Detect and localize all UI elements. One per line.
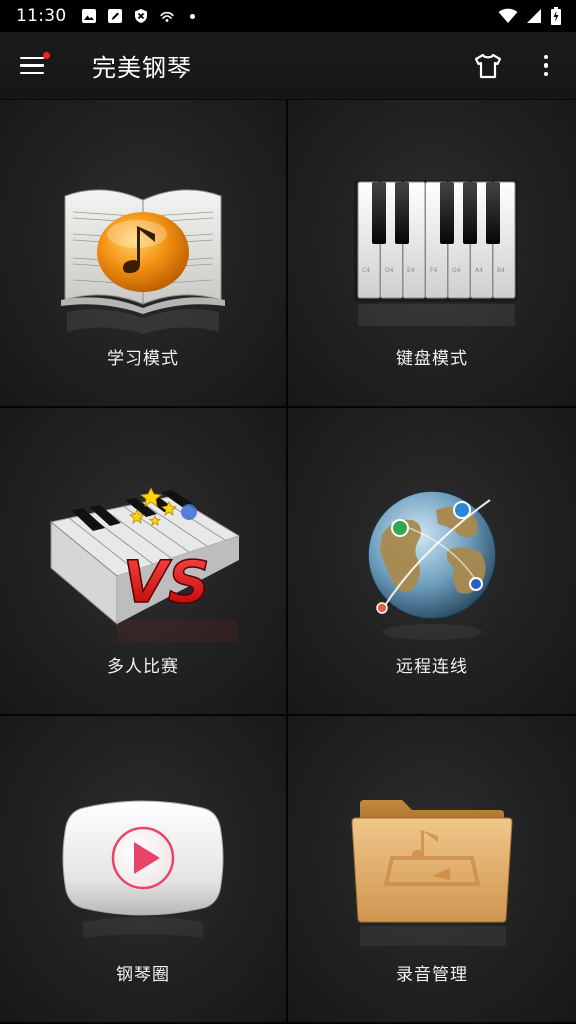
- edit-icon: [107, 8, 123, 24]
- tile-keyboard-mode[interactable]: C4 D4 E4 F4 G4 A4 B4 键盘模式: [288, 100, 576, 408]
- app-bar: 完美钢琴: [0, 32, 576, 100]
- tile-label-keyboard-mode: 键盘模式: [396, 349, 468, 369]
- key-label: C4: [362, 267, 370, 274]
- status-time: 11:30: [16, 6, 67, 26]
- tile-label-multiplayer-contest: 多人比赛: [107, 657, 179, 677]
- piano-keyboard-icon: C4 D4 E4 F4 G4 A4 B4: [332, 172, 532, 342]
- tile-multiplayer-contest[interactable]: VS 多人比赛: [0, 408, 288, 716]
- key-label: B4: [497, 267, 505, 274]
- tile-label-learning-mode: 学习模式: [107, 349, 179, 369]
- notification-badge: [43, 51, 50, 59]
- shield-icon: [133, 8, 149, 24]
- tile-label-piano-circle: 钢琴圈: [116, 965, 170, 985]
- tshirt-icon[interactable]: [472, 50, 504, 82]
- key-label: D4: [385, 267, 394, 274]
- status-notification-icons: [81, 8, 201, 24]
- key-label: E4: [407, 267, 415, 274]
- tile-label-remote-connection: 远程连线: [396, 657, 468, 677]
- mode-grid: 学习模式 C4 D4 E4 F4 G4 A4 B4 键盘模式 VS 多人比赛 远…: [0, 100, 576, 1024]
- tile-piano-circle[interactable]: 钢琴圈: [0, 716, 288, 1024]
- tile-remote-connection[interactable]: 远程连线: [288, 408, 576, 716]
- tile-recording-management[interactable]: 录音管理: [288, 716, 576, 1024]
- music-folder-icon: [332, 788, 532, 958]
- globe-network-icon: [332, 480, 532, 650]
- app-title: 完美钢琴: [92, 54, 192, 82]
- more-vertical-icon[interactable]: [530, 50, 562, 82]
- status-bar: 11:30: [0, 0, 576, 32]
- tile-label-recording-management: 录音管理: [396, 965, 468, 985]
- status-system-icons: [498, 7, 562, 25]
- hamburger-menu-icon[interactable]: [20, 50, 52, 82]
- signal-icon: [526, 8, 542, 24]
- drone-icon: [159, 8, 175, 24]
- key-label: F4: [430, 267, 437, 274]
- key-label: G4: [452, 267, 461, 274]
- tile-learning-mode[interactable]: 学习模式: [0, 100, 288, 408]
- piano-vs-icon: VS: [43, 480, 243, 650]
- wifi-icon: [498, 8, 518, 24]
- music-book-icon: [43, 172, 243, 342]
- dot-icon: [185, 8, 201, 24]
- play-video-icon: [43, 788, 243, 958]
- app-bar-actions: [472, 50, 562, 82]
- battery-icon: [550, 7, 562, 25]
- image-icon: [81, 8, 97, 24]
- key-label: A4: [475, 267, 483, 274]
- svg-text:VS: VS: [123, 548, 210, 616]
